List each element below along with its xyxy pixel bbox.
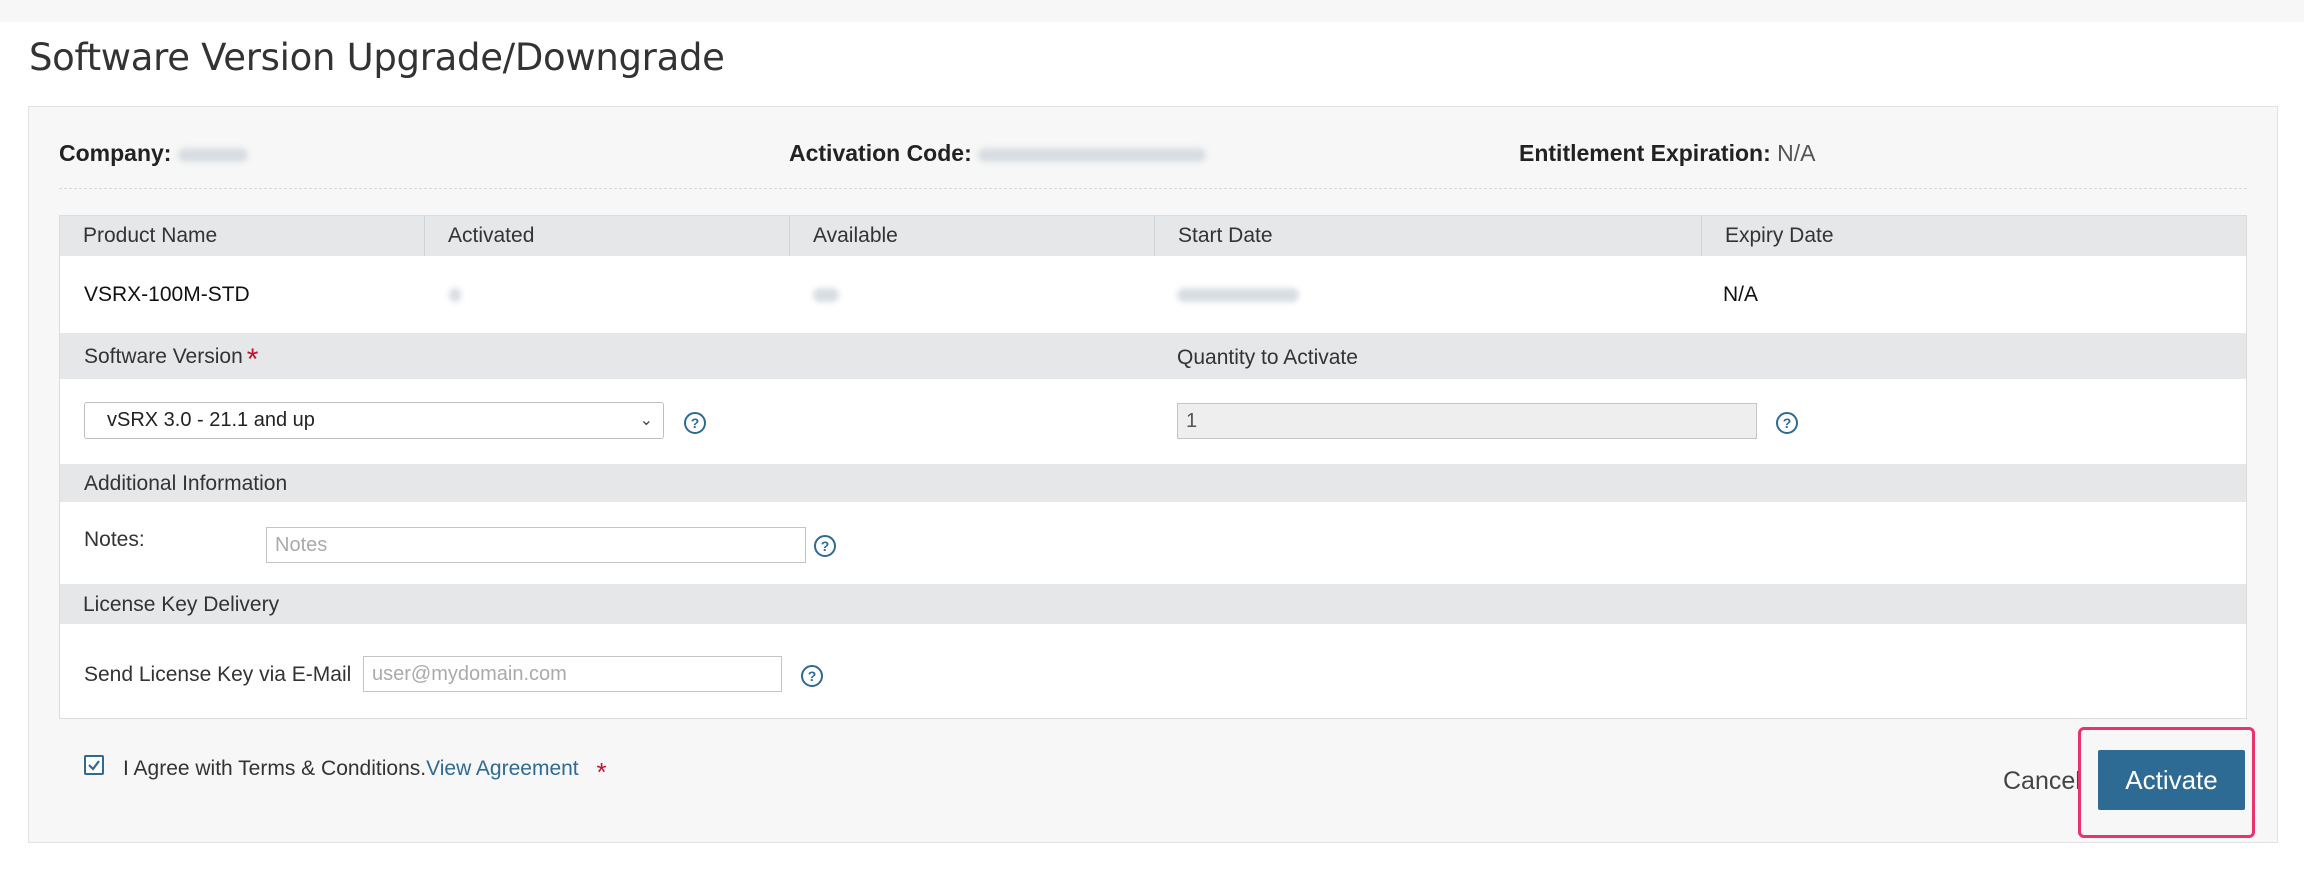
activation-code-label: Activation Code: (789, 140, 972, 166)
software-version-text: Software Version (84, 345, 243, 368)
activation-code-value-redacted (978, 147, 1207, 162)
activation-code-info: Activation Code: (789, 140, 1207, 167)
software-version-selected: vSRX 3.0 - 21.1 and up (107, 409, 315, 431)
quantity-label: Quantity to Activate (1177, 346, 1358, 369)
expiry-date-cell: N/A (1723, 283, 1759, 306)
question-circle-icon[interactable]: ? (1776, 412, 1798, 434)
page-title: Software Version Upgrade/Downgrade (29, 36, 725, 79)
checkmark-icon (88, 760, 100, 771)
view-agreement-link[interactable]: View Agreement (426, 757, 579, 780)
activate-button[interactable]: Activate (2098, 750, 2245, 810)
email-label: Send License Key via E-Mail (84, 663, 352, 686)
required-marker: * (596, 757, 607, 787)
notes-input[interactable]: Notes (266, 527, 806, 563)
cancel-button[interactable]: Cancel (2003, 767, 2081, 796)
activated-cell-redacted (449, 288, 461, 302)
software-version-label: Software Version * (84, 343, 258, 377)
col-activated: Activated (425, 216, 790, 256)
software-version-select[interactable]: vSRX 3.0 - 21.1 and up ⌄ (84, 402, 664, 439)
email-input[interactable]: user@mydomain.com (363, 656, 782, 692)
company-value-redacted (177, 147, 248, 162)
entitlement-expiration-value: N/A (1777, 140, 1816, 166)
col-start-date: Start Date (1155, 216, 1702, 256)
additional-info-header (60, 464, 2246, 502)
quantity-input[interactable]: 1 (1177, 403, 1757, 439)
available-cell-redacted (813, 288, 839, 302)
company-label: Company: (59, 140, 172, 166)
license-delivery-label: License Key Delivery (83, 593, 280, 616)
entitlement-expiration-label: Entitlement Expiration: (1519, 140, 1771, 166)
entitlement-expiration-info: Entitlement Expiration: N/A (1519, 140, 1815, 167)
software-version-header (60, 333, 2246, 379)
product-name-cell: VSRX-100M-STD (84, 283, 250, 306)
question-circle-icon[interactable]: ? (801, 665, 823, 687)
col-available: Available (790, 216, 1155, 256)
table-header: Product Name Activated Available Start D… (60, 216, 2246, 256)
top-bar (0, 0, 2304, 22)
required-marker: * (246, 343, 259, 376)
notes-label: Notes: (84, 528, 145, 551)
col-product-name: Product Name (60, 216, 425, 256)
terms-checkbox[interactable] (84, 755, 104, 775)
col-expiry-date: Expiry Date (1725, 224, 1834, 247)
question-circle-icon[interactable]: ? (684, 412, 706, 434)
additional-info-label: Additional Information (84, 472, 288, 495)
start-date-cell-redacted (1177, 288, 1299, 302)
terms-label: I Agree with Terms & Conditions. (123, 757, 427, 780)
license-delivery-header (60, 584, 2246, 624)
info-divider (59, 188, 2247, 189)
company-info: Company: (59, 140, 248, 167)
question-circle-icon[interactable]: ? (814, 535, 836, 557)
terms-text: I Agree with Terms & Conditions.View Agr… (123, 757, 607, 788)
chevron-down-icon: ⌄ (639, 412, 653, 429)
